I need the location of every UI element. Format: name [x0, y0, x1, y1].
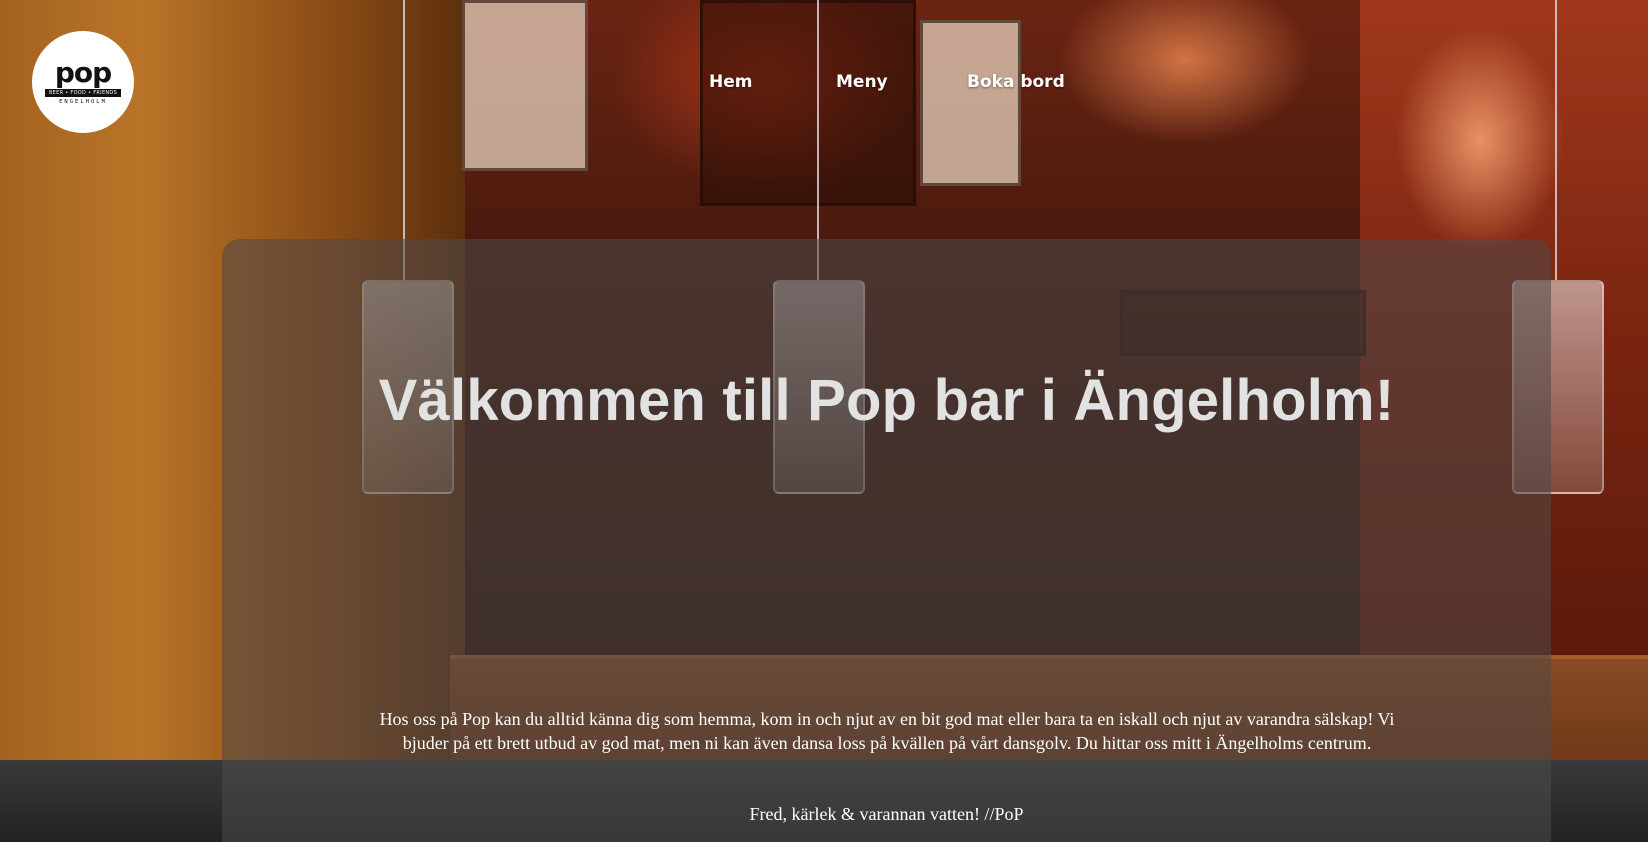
- lamp-cord: [403, 0, 405, 280]
- welcome-signoff: Fred, kärlek & varannan vatten! //PoP: [749, 804, 1024, 824]
- background-sign: [700, 0, 916, 206]
- welcome-panel: Välkommen till Pop bar i Ängelholm! Hos …: [222, 239, 1551, 842]
- nav-link-boka-bord[interactable]: Boka bord: [967, 72, 1065, 92]
- nav-link-meny[interactable]: Meny: [836, 72, 888, 92]
- lamp-cord: [1555, 0, 1557, 280]
- welcome-heading: Välkommen till Pop bar i Ängelholm!: [378, 368, 1395, 433]
- background-sign: [920, 20, 1021, 186]
- logo-city: ENGELHOLM: [59, 99, 107, 105]
- welcome-text: Hos oss på Pop kan du alltid känna dig s…: [379, 709, 1395, 753]
- nav-link-hem[interactable]: Hem: [709, 72, 752, 92]
- lamp-cord: [817, 0, 819, 280]
- page: pop BEER • FOOD • FRIENDS ENGELHOLM Hem …: [0, 0, 1648, 842]
- main-nav: Hem Meny Boka bord: [0, 72, 1648, 96]
